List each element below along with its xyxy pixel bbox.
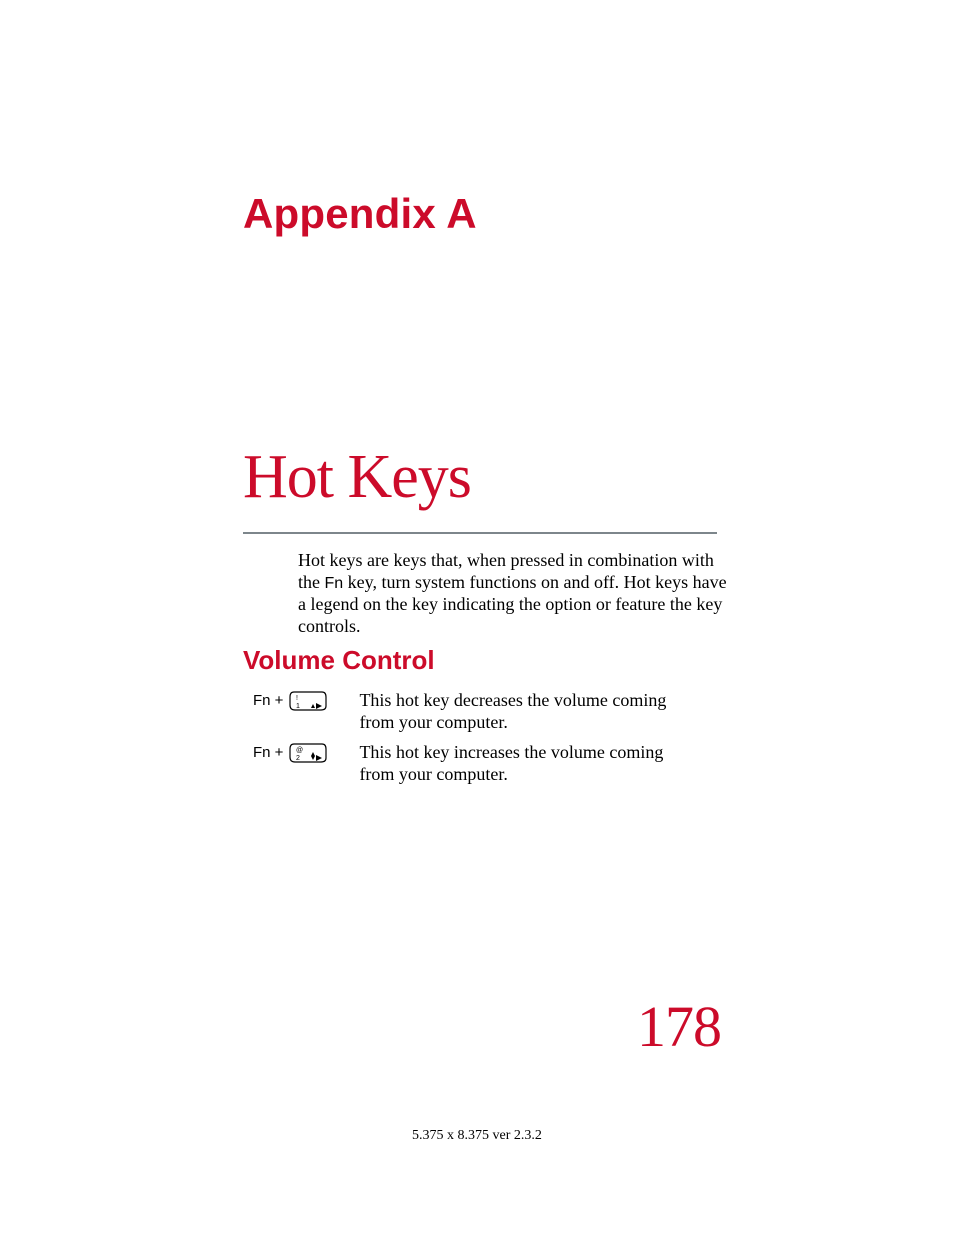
hotkey-row-volume-up: Fn + @ 2 This hot key increases the volu… <box>253 742 723 786</box>
keycap-1-icon: ! 1 <box>289 691 327 711</box>
page-title: Hot Keys <box>243 442 471 513</box>
title-rule <box>243 532 717 534</box>
intro-paragraph: Hot keys are keys that, when pressed in … <box>298 550 730 638</box>
appendix-label: Appendix A <box>243 190 477 238</box>
volume-down-icon <box>311 703 322 709</box>
intro-text-2: key, turn system functions on and off. H… <box>298 572 727 636</box>
hotkey-row-volume-down: Fn + ! 1 This hot key decreases the volu… <box>253 690 723 734</box>
key-bottom-char: 2 <box>296 755 300 762</box>
page-number: 178 <box>637 993 721 1060</box>
key-top-char: @ <box>296 747 303 754</box>
fn-plus-label: Fn + <box>253 690 283 709</box>
key-bottom-char: 1 <box>296 703 300 710</box>
section-heading-volume-control: Volume Control <box>243 645 435 676</box>
page: Appendix A Hot Keys Hot keys are keys th… <box>0 0 954 1235</box>
volume-up-icon <box>311 752 322 761</box>
fn-key-inline: Fn <box>325 575 344 592</box>
hotkey-description: This hot key increases the volume coming… <box>359 742 699 786</box>
hotkey-description: This hot key decreases the volume coming… <box>359 690 699 734</box>
keycap-2-icon: @ 2 <box>289 743 327 763</box>
fn-plus-label: Fn + <box>253 742 283 761</box>
footer-text: 5.375 x 8.375 ver 2.3.2 <box>0 1128 954 1144</box>
key-top-char: ! <box>296 695 298 702</box>
